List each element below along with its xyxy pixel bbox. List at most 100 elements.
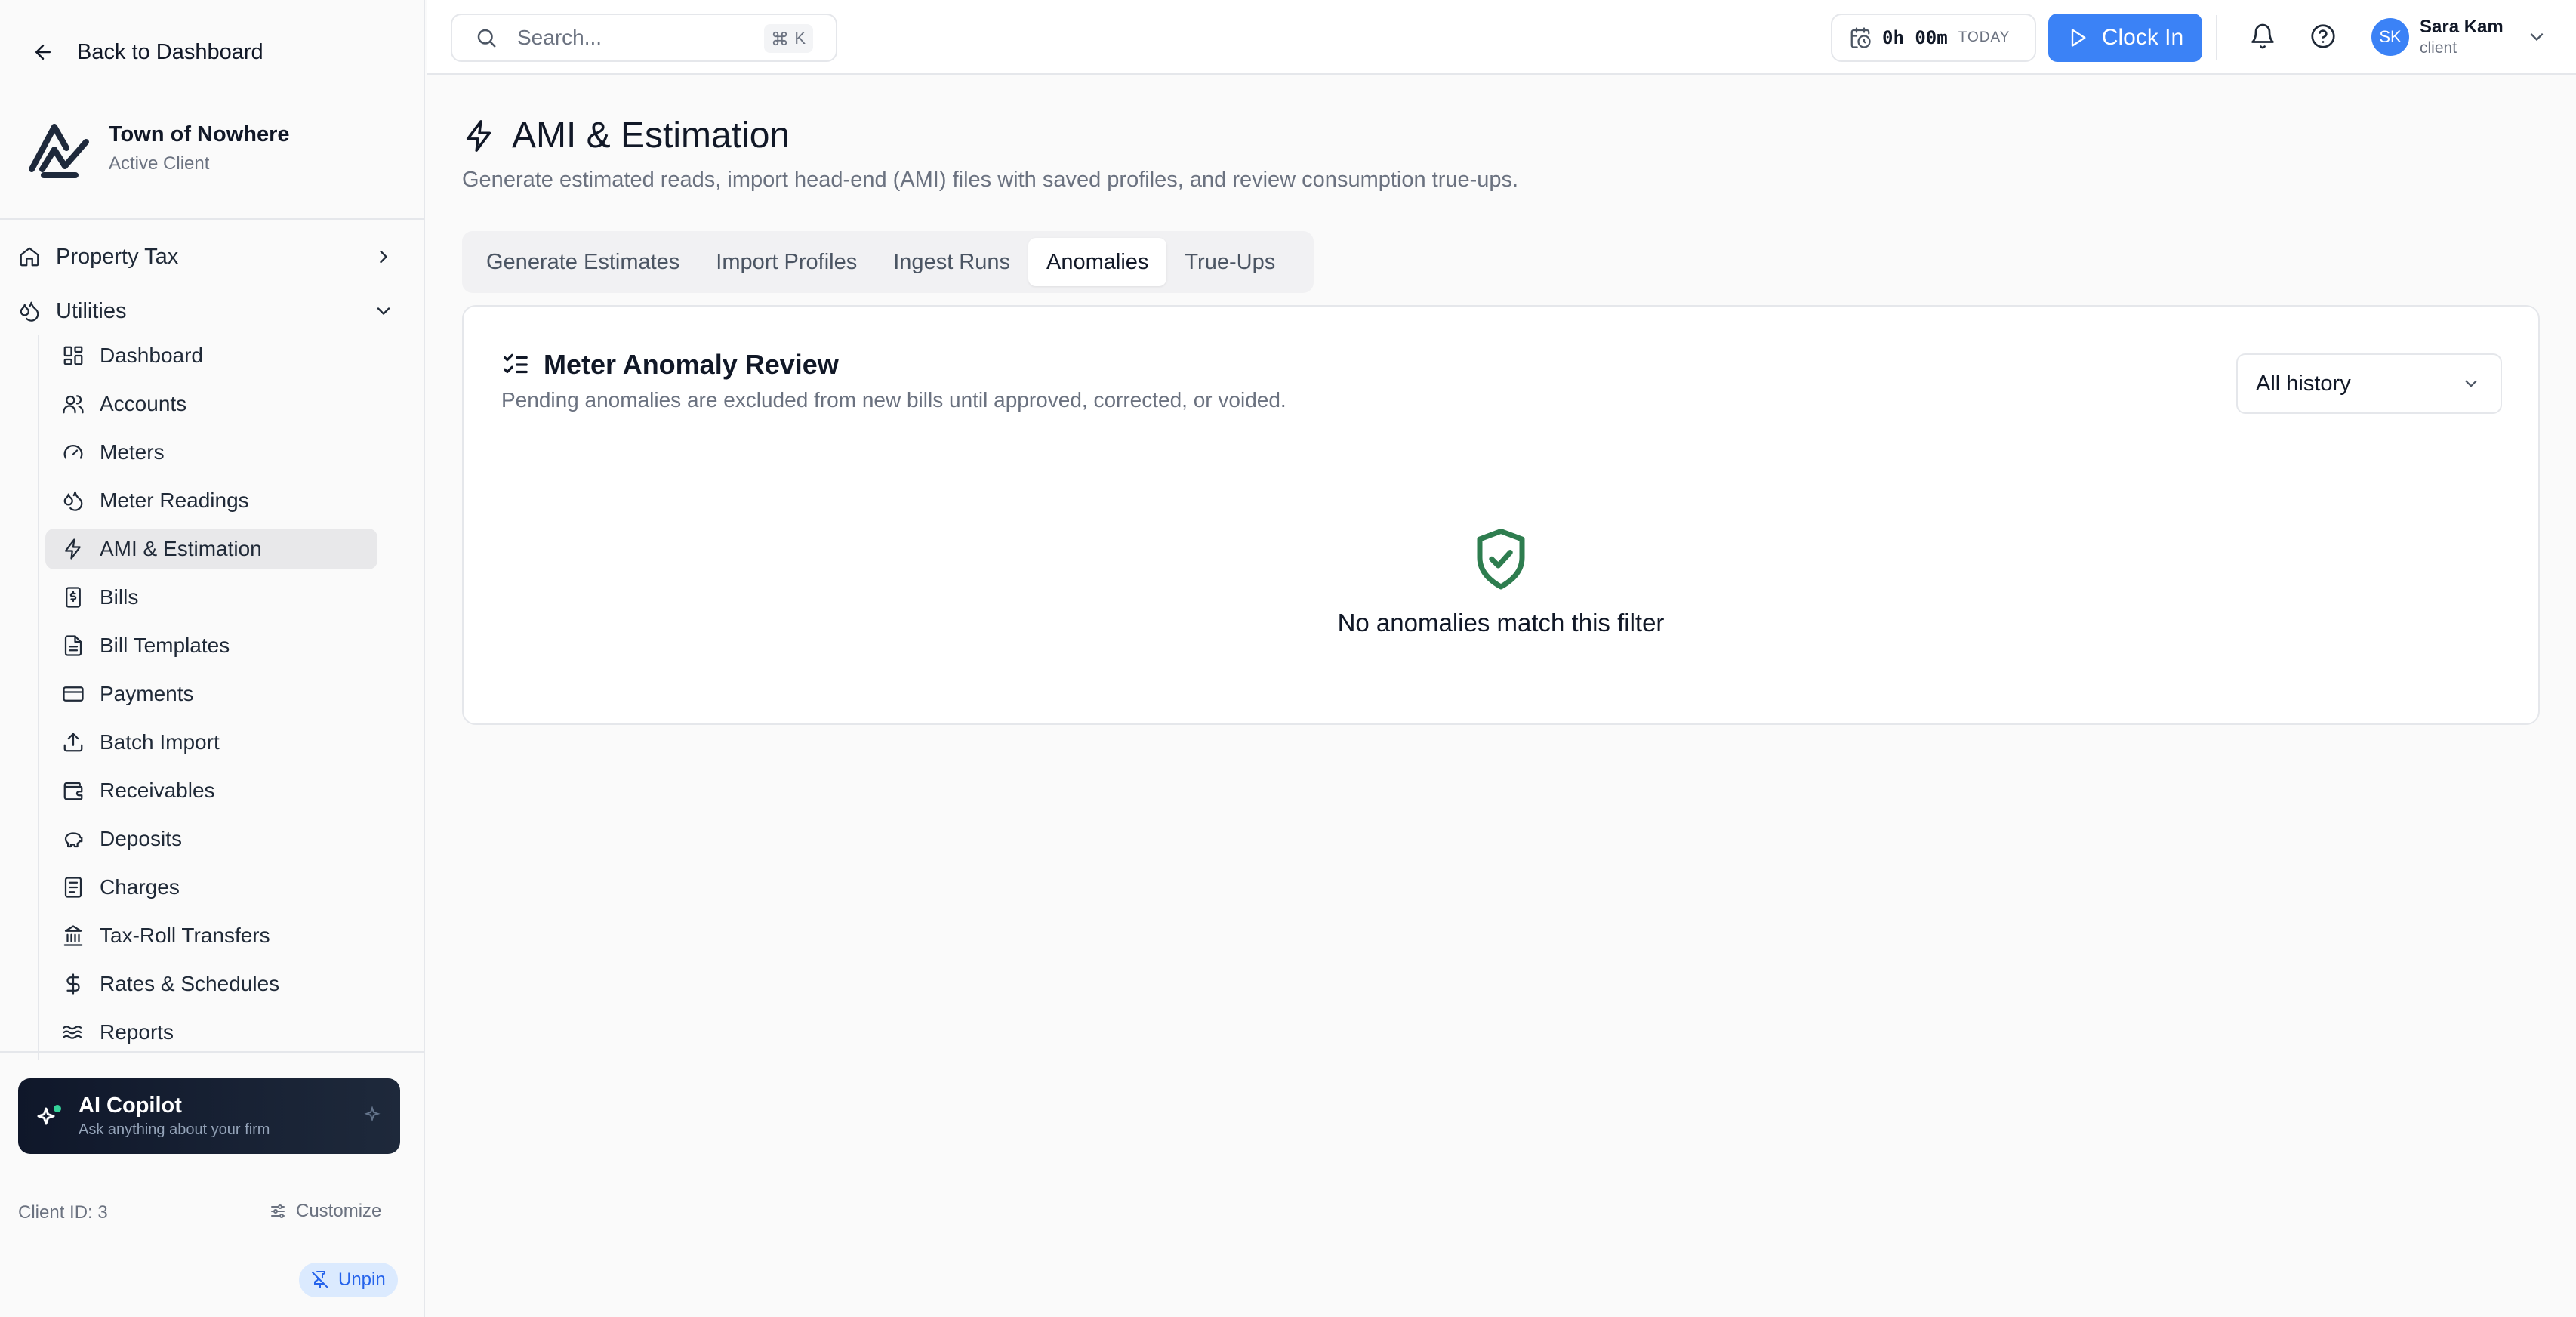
anomaly-review-card: Meter Anomaly Review Pending anomalies a… (462, 305, 2540, 725)
sidebar-item-label: Accounts (100, 392, 187, 415)
ai-copilot-button[interactable]: AI Copilot Ask anything about your firm (18, 1078, 400, 1154)
sparkle-icon (35, 1101, 65, 1131)
sidebar-item-charges[interactable]: Charges (45, 867, 377, 908)
client-status: Active Client (109, 153, 210, 174)
piggy-bank-icon (62, 828, 85, 850)
sidebar-item-ami-estimation[interactable]: AMI & Estimation (45, 529, 377, 569)
nav-group-property-tax[interactable]: Property Tax (18, 234, 403, 279)
home-icon (18, 245, 41, 268)
search-input[interactable]: Search... K (451, 14, 837, 62)
history-filter-select[interactable]: All history (2236, 353, 2502, 414)
sidebar-item-dashboard[interactable]: Dashboard (45, 335, 377, 376)
client-header: Town of Nowhere Active Client (27, 116, 290, 180)
help-circle-icon[interactable] (2309, 23, 2337, 50)
tab-true-ups[interactable]: True-Ups (1166, 238, 1293, 286)
topbar: Search... K 0h 00m TODAY Clock In SK Sar… (427, 0, 2576, 75)
droplets-icon (18, 300, 41, 322)
sidebar-item-receivables[interactable]: Receivables (45, 770, 377, 811)
tab-anomalies[interactable]: Anomalies (1028, 238, 1167, 286)
sidebar-item-label: Meters (100, 440, 165, 464)
sidebar-item-bill-templates[interactable]: Bill Templates (45, 625, 377, 666)
calendar-clock-icon (1849, 26, 1872, 49)
sidebar-item-label: Bill Templates (100, 634, 230, 657)
sparkle-small-icon (362, 1106, 382, 1125)
sidebar-item-deposits[interactable]: Deposits (45, 819, 377, 859)
document-lines-icon (62, 876, 85, 899)
waves-icon (62, 1021, 85, 1044)
shield-check-icon (1469, 526, 1533, 595)
utilities-subnav: Dashboard Accounts Meters Meter Readings… (38, 335, 385, 1060)
page-header: AMI & Estimation (462, 115, 790, 156)
play-icon (2067, 27, 2088, 48)
command-icon (772, 30, 788, 47)
customize-button[interactable]: Customize (269, 1201, 381, 1222)
client-id: Client ID: 3 (18, 1202, 108, 1223)
sidebar-item-bills[interactable]: Bills (45, 577, 377, 618)
timer-label: TODAY (1958, 29, 2011, 45)
search-icon (475, 26, 498, 49)
page-title: AMI & Estimation (512, 116, 790, 156)
sidebar-item-label: Rates & Schedules (100, 972, 280, 995)
receipt-icon (62, 586, 85, 609)
client-name: Town of Nowhere (109, 122, 290, 147)
dollar-icon (62, 973, 85, 995)
nav-group-label: Utilities (56, 298, 127, 323)
sidebar-item-label: Batch Import (100, 730, 220, 754)
sidebar-divider (0, 1051, 424, 1053)
copilot-title: AI Copilot (79, 1093, 182, 1118)
sidebar-divider (0, 218, 424, 220)
clock-in-label: Clock In (2101, 25, 2184, 50)
tab-import-profiles[interactable]: Import Profiles (698, 238, 875, 286)
sidebar-item-tax-roll-transfers[interactable]: Tax-Roll Transfers (45, 915, 377, 956)
tabs: Generate Estimates Import Profiles Inges… (462, 231, 1314, 293)
file-text-icon (62, 634, 85, 657)
user-name: Sara Kam (2420, 17, 2504, 37)
zap-icon (62, 538, 85, 560)
timer-value: 0h 00m (1882, 27, 1948, 48)
wallet-icon (62, 779, 85, 802)
topbar-separator (2216, 15, 2217, 60)
sidebar: Back to Dashboard Town of Nowhere Active… (0, 0, 425, 1317)
sidebar-item-accounts[interactable]: Accounts (45, 384, 377, 424)
sidebar-item-label: Dashboard (100, 344, 203, 367)
unpin-label: Unpin (338, 1269, 386, 1290)
nav-group-utilities[interactable]: Utilities (18, 288, 403, 334)
sidebar-item-label: Payments (100, 682, 194, 705)
shortcut-key: K (794, 29, 806, 48)
sliders-icon (269, 1202, 287, 1220)
filter-value: All history (2256, 371, 2351, 396)
sidebar-item-reports[interactable]: Reports (45, 1012, 377, 1053)
sidebar-item-batch-import[interactable]: Batch Import (45, 722, 377, 763)
sidebar-item-label: Reports (100, 1020, 174, 1044)
back-to-dashboard-link[interactable]: Back to Dashboard (32, 33, 263, 71)
upload-icon (62, 731, 85, 754)
gauge-icon (62, 441, 85, 464)
bell-icon[interactable] (2249, 23, 2276, 50)
copilot-subtitle: Ask anything about your firm (79, 1121, 270, 1138)
pin-off-icon (311, 1271, 329, 1289)
sidebar-item-label: Tax-Roll Transfers (100, 924, 270, 947)
sidebar-item-meters[interactable]: Meters (45, 432, 377, 473)
chevron-down-icon (2526, 26, 2547, 48)
sidebar-item-label: Meter Readings (100, 489, 249, 512)
layout-grid-icon (62, 344, 85, 367)
page-description: Generate estimated reads, import head-en… (462, 168, 1519, 192)
sidebar-item-meter-readings[interactable]: Meter Readings (45, 480, 377, 521)
tab-ingest-runs[interactable]: Ingest Runs (875, 238, 1028, 286)
sidebar-item-payments[interactable]: Payments (45, 674, 377, 714)
chevron-right-icon (373, 246, 394, 267)
clock-in-button[interactable]: Clock In (2048, 14, 2202, 62)
user-role: client (2420, 39, 2457, 57)
arrow-left-icon (32, 41, 54, 63)
search-shortcut: K (764, 24, 813, 53)
sidebar-item-label: Bills (100, 585, 139, 609)
landmark-icon (62, 924, 85, 947)
user-menu[interactable]: SK Sara Kam client (2371, 17, 2547, 57)
card-description: Pending anomalies are excluded from new … (501, 388, 1286, 412)
avatar: SK (2371, 18, 2409, 56)
time-tracker[interactable]: 0h 00m TODAY (1831, 14, 2036, 62)
sidebar-item-rates-schedules[interactable]: Rates & Schedules (45, 964, 377, 1004)
tab-generate-estimates[interactable]: Generate Estimates (468, 238, 698, 286)
unpin-button[interactable]: Unpin (299, 1263, 398, 1297)
empty-state: No anomalies match this filter (464, 526, 2538, 637)
